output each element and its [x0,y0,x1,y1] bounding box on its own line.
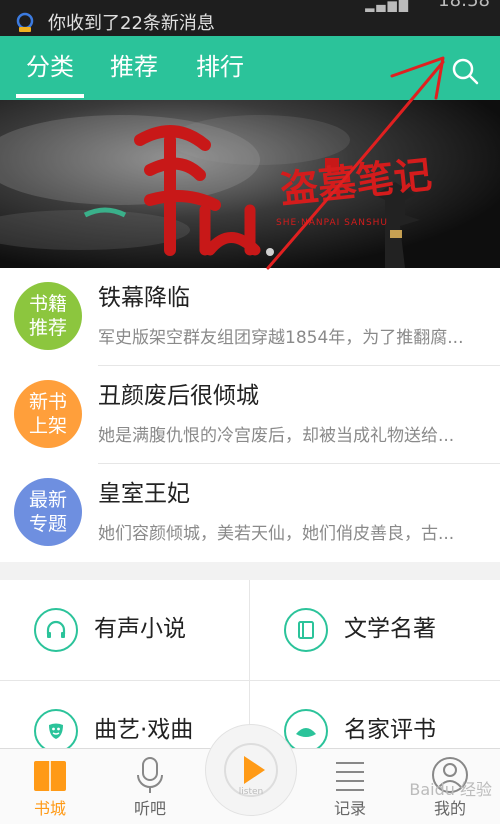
category-label: 文学名著 [344,616,436,642]
book-icon [284,608,328,652]
list-item-title: 皇室王妃 [98,481,190,507]
search-icon[interactable] [450,56,480,86]
list-item-title: 丑颜废后很倾城 [98,383,259,409]
microphone-icon [137,757,163,793]
list-item[interactable]: 最新 专题 皇室王妃 她们容颜倾城，美若天仙，她们俏皮善良，古... [0,464,500,562]
opera-mask-icon [34,709,78,753]
badge-new-books: 新书 上架 [14,380,82,448]
top-nav: 分类 推荐 排行 [0,36,500,100]
notification-icon [16,12,34,32]
category-label: 有声小说 [94,616,186,642]
bottom-tab-history[interactable]: 记录 [310,749,390,824]
category-audio-novel[interactable]: 有声小说 [0,580,249,680]
list-item-desc: 她是满腹仇恨的冷宫废后，却被当成礼物送给... [98,426,455,446]
category-literature[interactable]: 文学名著 [250,580,499,680]
player-label: listen [238,787,264,797]
promo-banner[interactable]: 盗墓笔记 SHE·NANPAI SANSHU [0,100,500,268]
category-label: 名家评书 [344,717,436,743]
list-item-desc: 她们容颜倾城，美若天仙，她们俏皮善良，古... [98,524,455,544]
play-button[interactable]: listen [205,724,297,816]
banner-pager-dot [266,248,274,256]
history-icon [336,762,364,791]
banner-subtitle: SHE·NANPAI SANSHU [276,218,389,228]
recommend-list: 书籍 推荐 铁幕降临 军史版架空群友组团穿越1854年，为了推翻腐... 新书 上架… [0,268,500,562]
clock: 18:58 [438,0,490,11]
bottom-tab-mine[interactable]: 我的 [410,749,490,824]
bottom-tab-label: 记录 [333,799,366,818]
bottom-tab-label: 书城 [33,799,66,818]
tab-ranking[interactable]: 排行 [196,50,244,84]
list-item[interactable]: 新书 上架 丑颜废后很倾城 她是满腹仇恨的冷宫废后，却被当成礼物送给... [0,366,500,464]
tab-recommend[interactable]: 推荐 [110,50,158,84]
category-grid: 有声小说 文学名著 曲艺·戏曲 名家评书 [0,580,500,753]
status-bar: 你收到了22条新消息 ▂▄▆█ 18:58 [0,0,500,36]
divider [249,580,250,748]
list-item[interactable]: 书籍 推荐 铁幕降临 军史版架空群友组团穿越1854年，为了推翻腐... [0,268,500,366]
badge-latest-topic: 最新 专题 [14,478,82,546]
bookstore-icon [34,761,66,791]
bottom-tab-label: 听吧 [133,799,166,818]
list-item-desc: 军史版架空群友组团穿越1854年，为了推翻腐... [98,328,464,348]
list-item-title: 铁幕降临 [98,285,190,311]
signal-icon: ▂▄▆█ [365,0,410,12]
category-label: 曲艺·戏曲 [94,717,194,743]
divider [0,680,500,681]
notification-text: 你收到了22条新消息 [48,13,215,34]
bottom-tab-listen[interactable]: 听吧 [110,749,190,824]
profile-icon [432,757,468,793]
tab-category[interactable]: 分类 [16,50,84,98]
bottom-tab-label: 我的 [433,799,466,818]
headphones-icon [34,608,78,652]
badge-recommended: 书籍 推荐 [14,282,82,350]
bottom-tab-bookstore[interactable]: 书城 [10,749,90,824]
